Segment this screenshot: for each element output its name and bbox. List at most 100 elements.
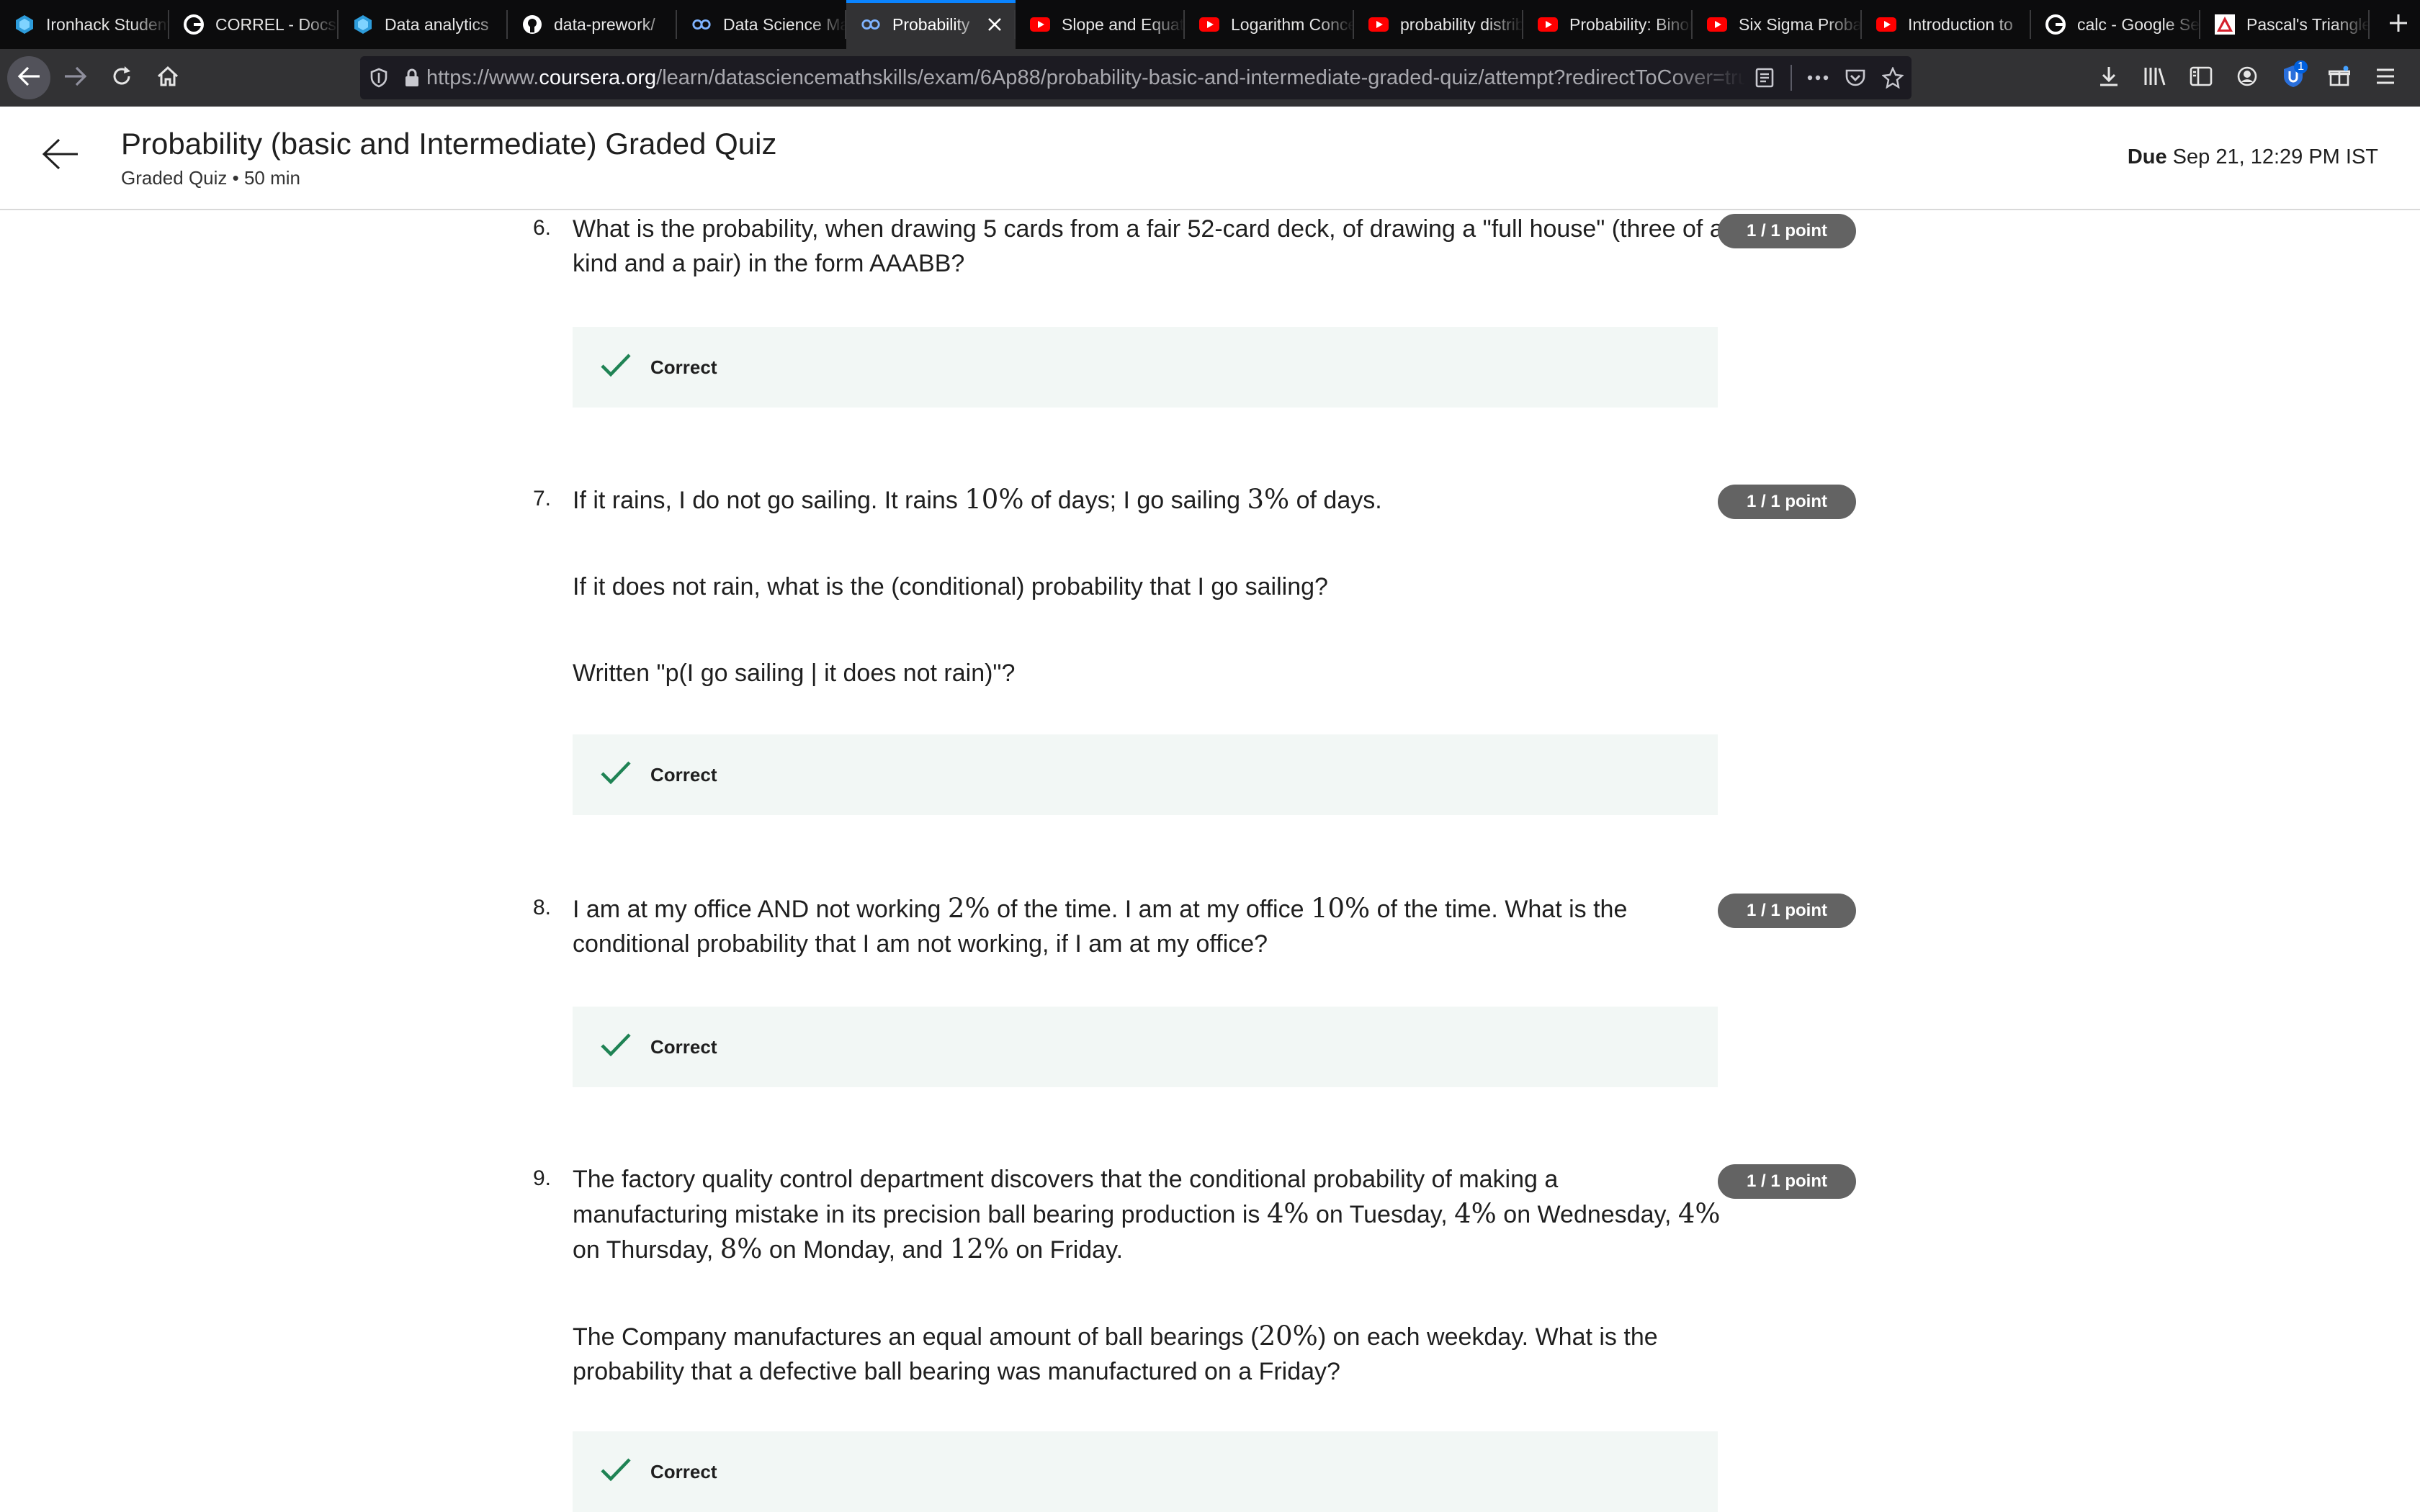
math-value: 4% (1266, 1198, 1309, 1229)
points-badge: 1 / 1 point (1718, 485, 1856, 519)
browser-tab[interactable]: CORREL - Docs Editors (169, 0, 339, 49)
pascal-icon (2215, 14, 2235, 35)
menu-button[interactable] (2362, 56, 2408, 99)
question-line: manufacturing mistake in its precision b… (573, 1197, 1721, 1232)
extension-button[interactable]: 1 (2270, 56, 2316, 99)
question-number: 8. (533, 896, 552, 919)
browser-tab[interactable]: Logarithm Concepts (1185, 0, 1354, 49)
question-item: 9. The factory quality control departmen… (533, 1164, 1858, 1512)
question-item: 6. What is the probability, when drawing… (533, 214, 1858, 410)
browser-tab[interactable]: Slope and Equation (1016, 0, 1185, 49)
question-line: What is the probability, when drawing 5 … (573, 215, 1724, 243)
feedback-correct: Correct (573, 1007, 1718, 1087)
extensions-button[interactable] (2316, 56, 2362, 99)
url-path: /learn/datasciencemathskills/exam/6Ap88/… (656, 66, 1746, 89)
browser-toolbar: https://www.coursera.org/learn/datascien… (0, 49, 2420, 107)
coursera-icon (861, 14, 881, 35)
tab-label: data-prework/ (554, 14, 655, 34)
feedback-label: Correct (650, 356, 717, 378)
text-run: of days. (1289, 487, 1382, 514)
text-run: on Monday, and (762, 1236, 950, 1264)
url-bar[interactable]: https://www.coursera.org/learn/datascien… (360, 56, 1912, 99)
feedback-correct: Correct (573, 734, 1718, 815)
github-icon (522, 14, 542, 35)
question-text: What is the probability, when drawing 5 … (573, 212, 1724, 281)
back-button[interactable] (7, 56, 50, 99)
reader-view-icon[interactable] (1746, 56, 1783, 99)
account-icon (2236, 66, 2258, 91)
browser-tab[interactable]: Data analytics (339, 0, 508, 49)
question-number: 7. (533, 487, 552, 510)
check-icon (600, 760, 632, 790)
more-actions-icon[interactable] (1799, 56, 1837, 99)
youtube-icon (1876, 14, 1896, 35)
browser-tab[interactable]: Pascal's Triangle (2200, 0, 2370, 49)
bookmark-star-icon[interactable] (1874, 56, 1912, 99)
feedback-correct: Correct (573, 1431, 1718, 1512)
youtube-icon (1368, 14, 1389, 35)
text-run: I am at my office AND not working (573, 896, 948, 923)
url-text[interactable]: https://www.coursera.org/learn/datascien… (426, 66, 1746, 90)
gift-icon (2328, 66, 2351, 91)
arrow-right-icon (63, 66, 88, 91)
download-icon (2098, 66, 2120, 91)
forward-button[interactable] (55, 57, 97, 99)
check-icon (600, 1032, 632, 1062)
tab-label: Data analytics (385, 14, 489, 34)
library-button[interactable] (2132, 56, 2178, 99)
browser-tab[interactable]: probability distribution (1354, 0, 1523, 49)
home-button[interactable] (147, 57, 189, 99)
question-text: I am at my office AND not working 2% of … (573, 891, 1721, 961)
quiz-meta: Graded Quiz • 50 min (121, 167, 300, 189)
shield-icon[interactable] (360, 56, 398, 99)
url-prefix: https://www. (426, 66, 539, 89)
feedback-correct: Correct (573, 327, 1718, 408)
youtube-icon (1538, 14, 1558, 35)
browser-tab[interactable]: Introduction to (1862, 0, 2031, 49)
browser-tab-active[interactable]: Probability (846, 0, 1016, 49)
math-value: 2% (947, 893, 990, 924)
browser-tab[interactable]: Probability: Binomial (1523, 0, 1693, 49)
due-value: Sep 21, 12:29 PM IST (2172, 145, 2378, 168)
tab-label: CORREL - Docs Editors (215, 14, 339, 34)
new-tab-button[interactable] (2377, 0, 2420, 49)
tab-label: Ironhack Student Portal (46, 14, 169, 34)
math-value: 4% (1454, 1198, 1497, 1229)
text-run: on Thursday, (573, 1236, 720, 1264)
question-line: on Thursday, 8% on Monday, and 12% on Fr… (573, 1232, 1721, 1267)
sidebar-button[interactable] (2178, 56, 2224, 99)
hamburger-menu-icon (2375, 68, 2396, 89)
question-item: 7. If it rains, I do not go sailing. It … (533, 484, 1858, 818)
text-run: of the time. What is the (1370, 896, 1628, 923)
text-run: If it rains, I do not go sailing. It rai… (573, 487, 965, 514)
account-button[interactable] (2224, 56, 2270, 99)
lock-icon[interactable] (398, 56, 426, 99)
quiz-header: Probability (basic and Intermediate) Gra… (0, 107, 2420, 210)
youtube-icon (1030, 14, 1050, 35)
browser-tab[interactable]: Six Sigma Probability (1693, 0, 1862, 49)
back-to-course-button[interactable] (37, 132, 84, 179)
browser-tab[interactable]: Data Science Math Skills (677, 0, 846, 49)
due-date: Due Sep 21, 12:29 PM IST (2128, 145, 2378, 169)
text-run: The Company manufactures an equal amount… (573, 1323, 1259, 1351)
tab-label: calc - Google Search (2077, 14, 2200, 34)
browser-tab[interactable]: calc - Google Search (2031, 0, 2200, 49)
plus-icon (2388, 13, 2408, 37)
question-line: Written "p(I go sailing | it does not ra… (573, 660, 1016, 687)
tab-label: Pascal's Triangle (2246, 14, 2370, 34)
browser-tab[interactable]: Ironhack Student Portal (0, 0, 169, 49)
question-line: probability that a defective ball bearin… (573, 1358, 1340, 1385)
math-value: 8% (720, 1233, 763, 1264)
text-run: ) on each weekday. What is the (1317, 1323, 1658, 1351)
close-icon[interactable] (982, 12, 1007, 37)
reload-button[interactable] (101, 57, 143, 99)
text-run: on Friday. (1008, 1236, 1124, 1264)
pocket-icon[interactable] (1837, 56, 1874, 99)
tab-label: Probability (892, 14, 970, 34)
ironhack-icon (353, 14, 373, 35)
browser-tab[interactable]: data-prework/ (508, 0, 677, 49)
check-icon (600, 353, 632, 382)
text-run: on Wednesday, (1496, 1201, 1678, 1228)
points-badge: 1 / 1 point (1718, 894, 1856, 928)
downloads-button[interactable] (2086, 56, 2132, 99)
